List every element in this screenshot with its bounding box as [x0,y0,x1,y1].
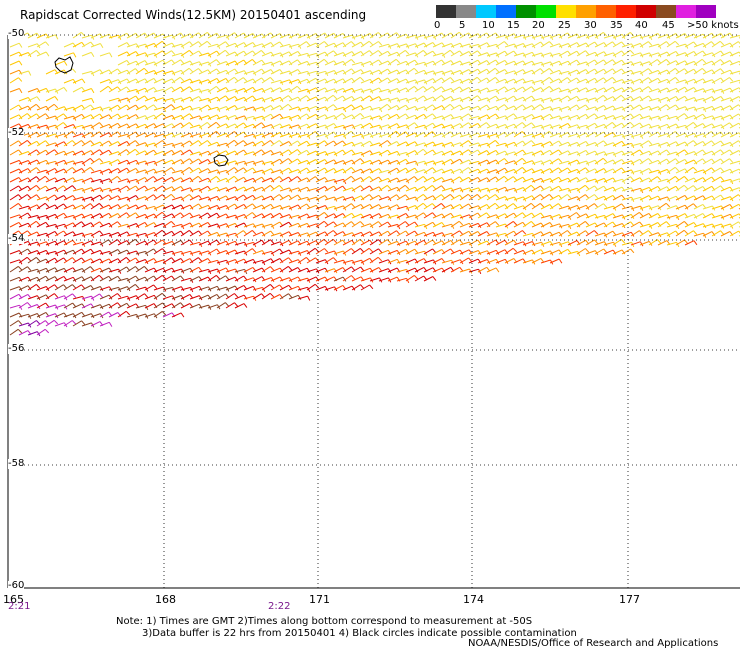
colorbar-label-35: 35 [610,20,623,31]
colorbar-swatch-9 [596,5,616,18]
wind-speed-colorbar: 0 5 10 15 20 25 30 35 40 45 >50 knots [434,5,739,33]
colorbar-swatch-8 [576,5,596,18]
colorbar-label-50-knots: >50 knots [687,20,739,31]
lon-label-177: 177 [619,593,640,606]
lat-label--54: -54 [8,233,25,244]
colorbar-label-20: 20 [532,20,545,31]
wind-map [7,31,740,589]
colorbar-swatch-10 [616,5,636,18]
time-label-1: 2:21 [8,601,31,612]
colorbar-swatch-4 [496,5,516,18]
colorbar-swatch-6 [536,5,556,18]
colorbar-swatch-11 [636,5,656,18]
colorbar-swatch-5 [516,5,536,18]
colorbar-label-30: 30 [584,20,597,31]
lat-label--56: -56 [8,343,25,354]
colorbar-label-15: 15 [507,20,520,31]
colorbar-label-25: 25 [558,20,571,31]
colorbar-label-40: 40 [635,20,648,31]
lon-label-171: 171 [309,593,330,606]
wind-barbs [9,31,740,337]
time-label-2: 2:22 [268,601,291,612]
colorbar-swatch-14 [696,5,716,18]
colorbar-label-45: 45 [662,20,675,31]
colorbar-swatch-1 [436,5,456,18]
colorbar-swatch-13 [676,5,696,18]
colorbar-label-5: 5 [459,20,466,31]
lat-label--60: -60 [8,580,25,591]
colorbar-label-10: 10 [482,20,495,31]
colorbar-swatch-2 [456,5,476,18]
colorbar-label-0: 0 [434,20,441,31]
note-line-1: Note: 1) Times are GMT 2)Times along bot… [116,616,533,627]
lat-label--52: -52 [8,127,25,138]
chart-title: Rapidscat Corrected Winds(12.5KM) 201504… [20,8,367,22]
colorbar-swatch-7 [556,5,576,18]
colorbar-swatch-3 [476,5,496,18]
lat-label--58: -58 [8,458,25,469]
credit-line: NOAA/NESDIS/Office of Research and Appli… [468,638,719,649]
lon-label-168: 168 [155,593,176,606]
lat-label--50: -50 [8,28,25,39]
colorbar-swatch-12 [656,5,676,18]
lon-label-174: 174 [463,593,484,606]
notes: Note: 1) Times are GMT 2)Times along bot… [116,616,577,639]
